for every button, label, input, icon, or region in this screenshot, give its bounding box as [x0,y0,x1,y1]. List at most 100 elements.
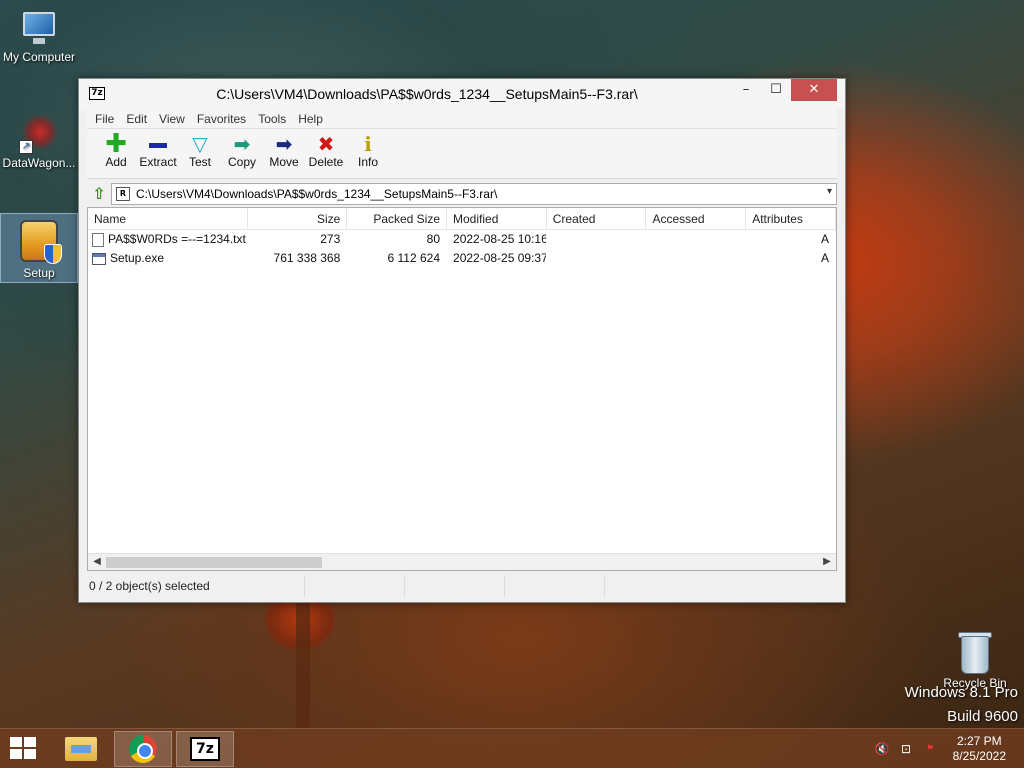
address-bar: ⇧ R C:\Users\VM4\Downloads\PA$$w0rds_123… [87,181,837,207]
list-header: Name Size Packed Size Modified Created A… [88,208,836,230]
taskbar-chrome[interactable] [114,731,172,767]
desktop-icon-my-computer[interactable]: My Computer [0,6,78,76]
setup-installer-icon [16,218,62,264]
recycle-bin-icon [958,630,992,674]
volume-muted-icon[interactable]: 🔇 [874,741,890,757]
up-folder-button[interactable]: ⇧ [87,183,111,205]
desktop-icon-label: DataWagon... [2,156,76,170]
title-bar[interactable]: 7z C:\Users\VM4\Downloads\PA$$w0rds_1234… [79,79,845,109]
text-file-icon [92,232,104,247]
add-button[interactable]: ✚ Add [95,129,137,169]
column-header-accessed[interactable]: Accessed [646,208,747,230]
clock-time: 2:27 PM [956,734,1002,748]
taskbar-file-explorer[interactable] [52,731,110,767]
horizontal-scrollbar[interactable]: ◀ ▶ [88,553,836,570]
file-size: 761 338 368 [273,251,341,265]
file-accessed [646,230,746,249]
desktop-icon-datawagon[interactable]: ↗ DataWagon... [0,110,78,180]
move-button[interactable]: ➡ Move [263,129,305,169]
table-row[interactable]: PA$$W0RDs =--=1234.txt 273 80 2022-08-25… [88,230,836,249]
chevron-down-icon[interactable]: ▾ [827,186,832,197]
scroll-left-icon[interactable]: ◀ [90,554,104,570]
extract-button[interactable]: Extract [137,129,179,169]
chrome-icon [129,735,157,763]
sevenzip-window: 7z C:\Users\VM4\Downloads\PA$$w0rds_1234… [78,78,846,603]
delete-x-icon: ✖ [317,132,335,156]
info-icon: i [364,132,372,156]
copy-button[interactable]: ➡ Copy [221,129,263,169]
status-bar: 0 / 2 object(s) selected [87,575,837,597]
info-label: Info [357,155,378,169]
status-selection: 0 / 2 object(s) selected [87,575,305,597]
file-modified: 2022-08-25 09:37 [453,251,547,265]
file-explorer-icon [65,737,97,761]
network-icon[interactable]: ⊡ [898,741,914,757]
sevenzip-app-icon[interactable]: 7z [89,87,105,100]
menu-tools[interactable]: Tools [258,112,286,126]
sevenzip-taskbar-icon: 7z [190,737,220,761]
system-tray: 🔇 ⊡ ⚑ [866,741,938,757]
column-header-name[interactable]: Name [88,208,248,230]
menu-edit[interactable]: Edit [126,112,147,126]
file-modified: 2022-08-25 10:16 [453,232,547,246]
menu-file[interactable]: File [95,112,114,126]
add-label: Add [105,155,127,169]
action-center-flag-icon[interactable]: ⚑ [922,741,938,757]
menu-help[interactable]: Help [298,112,323,126]
copy-label: Copy [227,155,256,169]
computer-icon [17,12,61,48]
column-header-packed-size[interactable]: Packed Size [347,208,448,230]
file-size: 273 [320,232,341,246]
status-pane-4 [505,575,605,597]
file-list[interactable]: Name Size Packed Size Modified Created A… [87,207,837,571]
taskbar-clock[interactable]: 2:27 PM 8/25/2022 [953,734,1006,764]
test-label: Test [188,155,211,169]
table-row[interactable]: Setup.exe 761 338 368 6 112 624 2022-08-… [88,249,836,268]
start-button[interactable] [10,737,38,761]
executable-icon [92,252,106,265]
minimize-button[interactable]: – [731,79,761,101]
menu-bar: File Edit View Favorites Tools Help [87,109,837,129]
menu-view[interactable]: View [159,112,185,126]
menu-favorites[interactable]: Favorites [197,112,246,126]
file-name: PA$$W0RDs =--=1234.txt [108,232,246,246]
test-button[interactable]: ▽ Test [179,129,221,169]
file-created [547,230,647,249]
clock-date: 8/25/2022 [952,749,1006,763]
scrollbar-thumb[interactable] [106,557,322,568]
file-accessed [646,249,746,268]
windows-edition-watermark: Windows 8.1 Pro [904,684,1018,701]
taskbar-7zip[interactable]: 7z [176,731,234,767]
move-label: Move [269,155,299,169]
check-icon: ▽ [192,132,208,156]
row-name-cell: PA$$W0RDs =--=1234.txt [88,230,248,249]
column-header-modified[interactable]: Modified [447,208,547,230]
desktop-icon-label: My Computer [2,50,76,64]
column-header-created[interactable]: Created [547,208,647,230]
column-header-attributes[interactable]: Attributes [746,208,836,230]
copy-arrow-icon: ➡ [233,132,251,156]
status-pane-2 [305,575,405,597]
file-created [547,249,647,268]
desktop-icon-setup[interactable]: Setup [0,213,78,283]
windows-build-watermark: Build 9600 [947,708,1018,725]
column-header-size[interactable]: Size [248,208,348,230]
file-packed-size: 6 112 624 [387,251,441,265]
taskbar: 7z 🔇 ⊡ ⚑ 2:27 PM 8/25/2022 [0,728,1024,768]
address-input[interactable]: R C:\Users\VM4\Downloads\PA$$w0rds_1234_… [111,183,837,205]
file-attributes: A [820,251,829,265]
close-button[interactable]: ✕ [791,79,837,101]
plus-icon: ✚ [105,129,127,159]
move-arrow-icon: ➡ [275,132,293,156]
status-pane-3 [405,575,505,597]
file-attributes: A [820,232,829,246]
row-name-cell: Setup.exe [88,249,248,268]
file-packed-size: 80 [426,232,441,246]
delete-button[interactable]: ✖ Delete [305,129,347,169]
delete-label: Delete [308,155,344,169]
scroll-right-icon[interactable]: ▶ [820,554,834,570]
archive-icon: R [116,187,130,201]
info-button[interactable]: i Info [347,129,389,169]
maximize-button[interactable]: ☐ [761,79,791,101]
minus-icon [137,133,179,155]
